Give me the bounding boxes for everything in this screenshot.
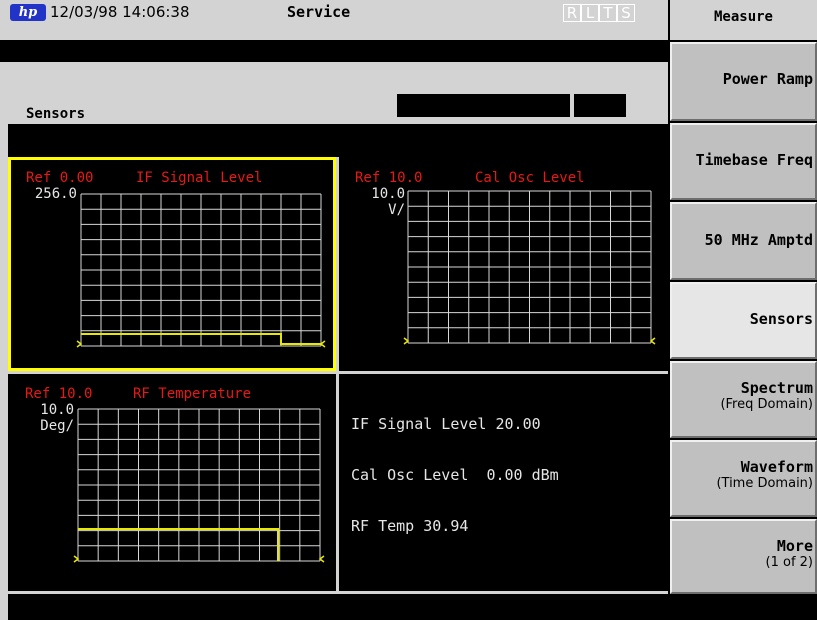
left-edge [0,124,8,620]
softkey-more[interactable]: More (1 of 2) [670,519,817,594]
indicator-box [397,94,570,117]
graticule [76,193,326,348]
readout-panel: IF Signal Level 20.00 Cal Osc Level 0.00… [339,374,668,591]
graph-if-signal-level[interactable]: Ref 0.00 IF Signal Level 256.0 [8,157,336,371]
marker-left [73,555,80,563]
readout-values: IF Signal Level 20.00 Cal Osc Level 0.00… [351,382,559,569]
softkey-waveform[interactable]: Waveform (Time Domain) [670,440,817,517]
softkey-power-ramp[interactable]: Power Ramp [670,42,817,121]
date-time: 12/03/98 14:06:38 [50,3,190,21]
graticule [403,190,656,345]
marker-left [76,340,83,348]
graph-cal-osc-level[interactable]: Ref 10.0 Cal Osc Level 10.0 V/ [339,157,668,371]
softkey-timebase-freq[interactable]: Timebase Freq [670,123,817,200]
marker-right [319,340,326,348]
softkey-50mhz-amptd[interactable]: 50 MHz Amptd [670,202,817,280]
readout-if-signal-level: IF Signal Level 20.00 [351,415,541,433]
status-flag-l: L [581,4,599,22]
hp-logo-icon: hp [10,4,46,21]
screen-title: Service [287,3,351,21]
graticule [73,408,325,563]
readout-rf-temp: RF Temp 30.94 [351,517,469,535]
message-bar [8,41,668,61]
graph-rf-temperature[interactable]: Ref 10.0 RF Temperature 10.0 Deg/ [8,374,336,591]
softkey-spectrum[interactable]: Spectrum (Freq Domain) [670,361,817,438]
marker-right [649,337,656,345]
marker-left [403,337,410,345]
status-flag-t: T [599,4,617,22]
trace-line [78,528,279,561]
marker-right [318,555,325,563]
indicator-box-small [574,94,626,117]
bottom-status-bar [8,594,668,620]
status-flag-s: S [617,4,635,22]
section-title: Sensors [26,106,86,122]
readout-cal-osc-level: Cal Osc Level 0.00 dBm [351,466,559,484]
softkey-sensors[interactable]: Sensors [670,282,817,359]
status-flag-r: R [563,4,581,22]
menu-title: Measure [670,0,817,40]
